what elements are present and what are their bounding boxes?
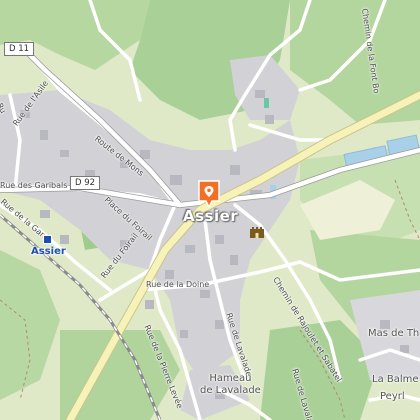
place-label-la-balme: La Balme: [372, 374, 419, 385]
map-canvas[interactable]: D 11 D 92 Ru Rue de l'Asile Route de Mon…: [0, 0, 420, 420]
road-shield-d92: D 92: [70, 176, 101, 190]
road-shield-d11: D 11: [4, 42, 35, 56]
map-pin-icon: [198, 180, 220, 208]
castle-icon: [250, 227, 264, 238]
train-station-poi[interactable]: [43, 235, 52, 244]
place-label-hameau-line1: Hameau: [209, 373, 252, 384]
place-label-hameau-line2: de Lavalade: [200, 385, 261, 396]
place-label-peyre: Peyrl: [380, 391, 405, 402]
poi-marker[interactable]: [198, 180, 220, 208]
place-label-mas: Mas de Th: [368, 328, 420, 339]
road-label-rue-des-garibals: Rue des Garibals: [0, 181, 68, 190]
town-label: Assier: [183, 207, 239, 225]
place-label-hameau: Hameau de Lavalade: [200, 374, 261, 396]
station-label: Assier: [31, 246, 66, 257]
train-station-icon: [43, 235, 52, 244]
road-label-rue-de-la-doine: Rue de la Doine: [146, 280, 210, 289]
castle-poi[interactable]: [250, 226, 264, 238]
